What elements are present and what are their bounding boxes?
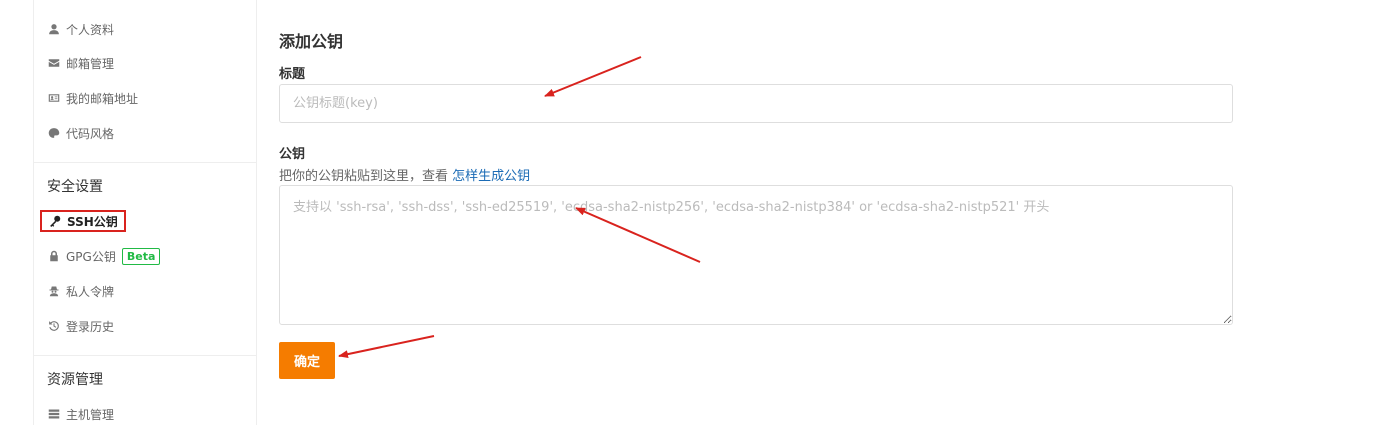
- sidebar-item-code-style[interactable]: 代码风格: [47, 122, 114, 144]
- key-hint: 把你的公钥粘贴到这里，查看 怎样生成公钥: [279, 165, 530, 184]
- sidebar-item-label: SSH公钥: [67, 214, 118, 229]
- submit-button[interactable]: 确定: [279, 342, 335, 379]
- sidebar-item-label: 私人令牌: [66, 284, 115, 299]
- key-title-input[interactable]: [279, 84, 1233, 123]
- sidebar-item-profile[interactable]: 个人资料: [47, 18, 114, 40]
- user-icon: [47, 23, 60, 36]
- sidebar-item-label: GPG公钥: [66, 249, 116, 264]
- how-to-generate-key-link[interactable]: 怎样生成公钥: [452, 169, 530, 184]
- sidebar-item-label: 个人资料: [66, 22, 115, 37]
- sidebar-item-email-management[interactable]: 邮箱管理: [47, 52, 114, 74]
- key-hint-text: 把你的公钥粘贴到这里，查看: [279, 169, 449, 184]
- public-key-textarea[interactable]: [279, 185, 1233, 325]
- id-card-icon: [47, 92, 60, 105]
- server-icon: [47, 408, 60, 421]
- key-icon: [48, 215, 61, 228]
- beta-badge: Beta: [121, 247, 161, 265]
- sidebar-item-private-tokens[interactable]: 私人令牌: [47, 280, 114, 302]
- sidebar-item-host-management[interactable]: 主机管理: [47, 403, 114, 425]
- settings-sidebar: 个人资料 邮箱管理 我的邮箱地址 代码风格 安全设置 SSH公钥 GPG公钥 B…: [33, 0, 257, 425]
- lock-icon: [47, 250, 60, 263]
- add-key-form: 添加公钥 标题 公钥 把你的公钥粘贴到这里，查看 怎样生成公钥 确定: [279, 0, 1233, 425]
- sidebar-divider: [34, 355, 256, 356]
- sidebar-item-label: 邮箱管理: [66, 56, 115, 71]
- history-icon: [47, 320, 60, 333]
- sidebar-section-resources: 资源管理: [47, 372, 103, 388]
- key-field-label: 公钥: [279, 147, 306, 162]
- sidebar-item-login-history[interactable]: 登录历史: [47, 315, 114, 337]
- sidebar-item-label: 代码风格: [66, 126, 115, 141]
- sidebar-divider: [34, 162, 256, 163]
- sidebar-item-ssh-keys[interactable]: SSH公钥: [40, 210, 126, 232]
- envelope-icon: [47, 57, 60, 70]
- sidebar-section-security: 安全设置: [47, 179, 103, 195]
- sidebar-item-label: 主机管理: [66, 407, 115, 422]
- sidebar-item-label: 我的邮箱地址: [66, 91, 139, 106]
- page-title: 添加公钥: [279, 32, 344, 51]
- user-secret-icon: [47, 285, 60, 298]
- sidebar-item-my-email-address[interactable]: 我的邮箱地址: [47, 87, 138, 109]
- sidebar-item-label: 登录历史: [66, 319, 115, 334]
- title-field-label: 标题: [279, 67, 306, 82]
- palette-icon: [47, 127, 60, 140]
- sidebar-item-gpg-keys[interactable]: GPG公钥 Beta: [47, 245, 161, 267]
